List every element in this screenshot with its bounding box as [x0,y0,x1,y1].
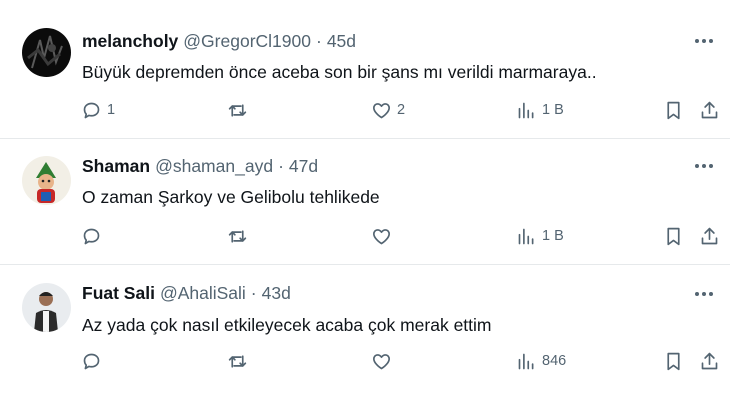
avatar[interactable] [22,156,71,205]
timestamp[interactable]: 45d [327,31,356,52]
more-horizontal-icon [695,292,713,296]
like-button[interactable]: 2 [371,98,405,122]
repost-arrows-icon [228,229,247,243]
more-horizontal-icon [695,39,713,43]
repost-arrows-icon [228,354,247,368]
avatar[interactable] [22,283,71,332]
heart-icon [373,102,390,118]
user-handle[interactable]: @AhaliSali [160,283,246,304]
reply-feed: melancholy @GregorCl1900 · 45d Büyük dep… [0,0,730,420]
tweet[interactable]: Fuat Sali @AhaliSali · 43d Az yada çok n… [0,265,730,420]
tweet-text: Az yada çok nasıl etkileyecek acaba çok … [82,315,492,335]
bookmark-icon [667,227,680,245]
bookmark-button[interactable] [663,98,684,122]
tweet[interactable]: Shaman @shaman_ayd · 47d O zaman Şarkoy … [0,139,730,265]
share-upload-icon [701,352,718,369]
heart-icon [373,353,390,369]
timestamp[interactable]: 43d [262,283,291,304]
views-bar-chart-icon [518,353,534,369]
like-button[interactable] [371,349,397,373]
view-count: 1 B [542,228,564,244]
view-count: 1 B [542,102,564,118]
repost-button[interactable] [227,224,253,248]
avatar[interactable] [22,28,71,77]
action-bar: 846 [0,349,730,373]
reply-bubble-icon [83,353,100,369]
repost-button[interactable] [227,349,253,373]
tweet-header: Shaman @shaman_ayd · 47d [82,155,318,177]
more-horizontal-icon [695,164,713,168]
separator: · [278,155,284,176]
action-bar: 1 B [0,224,730,248]
share-button[interactable] [699,224,720,248]
user-handle[interactable]: @shaman_ayd [155,156,273,177]
reply-bubble-icon [83,102,100,118]
repost-button[interactable] [227,98,253,122]
reply-count: 1 [107,102,116,118]
reply-button[interactable] [81,349,107,373]
bookmark-icon [667,101,680,119]
share-upload-icon [701,101,718,118]
share-button[interactable] [699,98,720,122]
reply-button[interactable] [81,224,107,248]
separator: · [315,30,322,51]
reply-button[interactable]: 1 [81,98,115,122]
tweet[interactable]: melancholy @GregorCl1900 · 45d Büyük dep… [0,0,730,139]
views-button[interactable]: 1 B [516,98,564,122]
tweet-text: O zaman Şarkoy ve Gelibolu tehlikede [82,187,380,207]
tweet-header: melancholy @GregorCl1900 · 45d [82,30,356,52]
bookmark-button[interactable] [663,349,684,373]
view-count: 846 [542,353,567,369]
views-button[interactable]: 1 B [516,224,564,248]
action-bar: 1 2 1 B [0,98,730,122]
views-bar-chart-icon [518,102,534,118]
more-options-button[interactable] [691,31,717,51]
heart-icon [373,228,390,244]
share-upload-icon [701,227,718,244]
display-name[interactable]: melancholy [82,31,178,52]
views-bar-chart-icon [518,228,534,244]
bookmark-button[interactable] [663,224,684,248]
display-name[interactable]: Shaman [82,156,150,177]
more-options-button[interactable] [691,284,717,304]
views-button[interactable]: 846 [516,349,566,373]
repost-arrows-icon [228,103,247,117]
tweet-text: Büyük depremden önce aceba son bir şans … [82,62,597,82]
tweet-header: Fuat Sali @AhaliSali · 43d [82,282,291,304]
separator: · [250,282,257,303]
bookmark-icon [667,352,680,370]
more-options-button[interactable] [691,156,717,176]
user-handle[interactable]: @GregorCl1900 [183,31,311,52]
like-button[interactable] [371,224,397,248]
like-count: 2 [397,102,406,118]
display-name[interactable]: Fuat Sali [82,283,155,304]
reply-bubble-icon [83,228,100,244]
timestamp[interactable]: 47d [289,156,318,177]
share-button[interactable] [699,349,720,373]
